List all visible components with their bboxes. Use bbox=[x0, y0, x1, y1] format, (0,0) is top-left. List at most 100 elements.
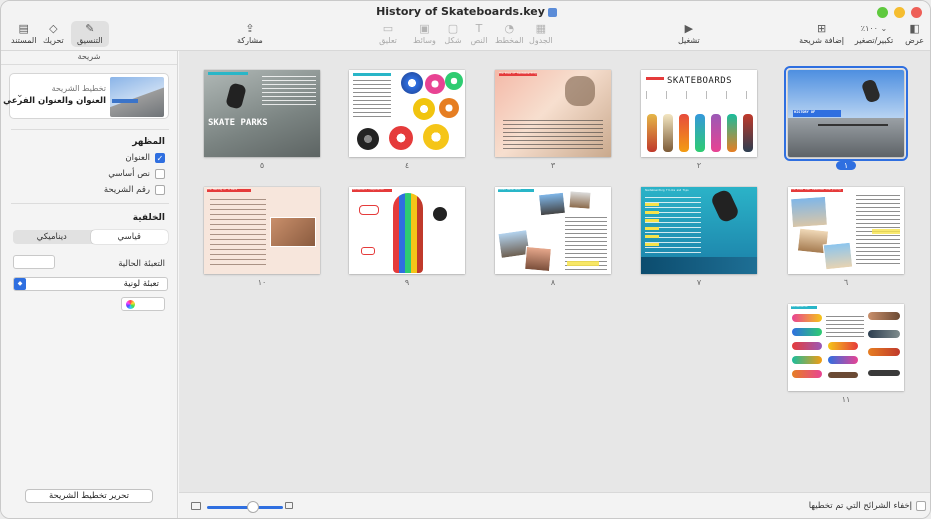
table-label: الجدول bbox=[529, 36, 553, 45]
slide-number-4: ٤ bbox=[349, 161, 465, 170]
slide-title-text: Skateboards bbox=[791, 305, 808, 308]
slide-title-text: HISTORY OF bbox=[794, 110, 816, 114]
view-button[interactable]: ◧ عرض bbox=[905, 21, 924, 47]
slide-thumbnail-8[interactable]: Mixed Materials bbox=[495, 187, 611, 274]
small-thumbnail-icon bbox=[191, 502, 201, 510]
slide-number-text: ٥ bbox=[259, 161, 265, 170]
slide-title-text: SKATEBOARDS bbox=[667, 76, 733, 86]
body-checkbox-row[interactable]: نص أساسي bbox=[108, 169, 165, 179]
shape-button[interactable]: ▢ شكل bbox=[444, 21, 462, 47]
slide-thumbnail-10[interactable]: The Making of a Deck bbox=[204, 187, 320, 274]
slide-deck bbox=[868, 312, 900, 320]
slide-thumbnail-6[interactable]: The Rise that Launched Everything bbox=[788, 187, 904, 274]
slide-deck bbox=[792, 328, 822, 336]
slide-label-bar bbox=[646, 77, 664, 80]
play-button[interactable]: ▶ تشغيل bbox=[678, 21, 700, 47]
slide-wheel bbox=[401, 72, 423, 94]
zoom-value: ٪١٠٠ ⌄ bbox=[854, 21, 894, 35]
title-checkbox[interactable]: ✓ bbox=[155, 153, 165, 163]
layout-label: تخطيط الشريحة bbox=[51, 84, 106, 93]
share-label: مشاركة bbox=[237, 36, 263, 45]
slide-deck bbox=[792, 370, 822, 378]
slide-number-1: ١ bbox=[788, 161, 904, 170]
slide-thumbnail-2[interactable]: SKATEBOARDS bbox=[641, 70, 757, 157]
add-slide-button[interactable]: ⊞ إضافة شريحة bbox=[799, 21, 844, 47]
minimize-button[interactable] bbox=[894, 7, 905, 18]
slide-wheel bbox=[425, 74, 445, 94]
slide-thumbnail-1[interactable]: HISTORY OF bbox=[784, 66, 908, 161]
slide-thumbnail-7[interactable]: Skateboarding Tricks and Tips bbox=[641, 187, 757, 274]
slide-thumbnail-9[interactable]: Skateboard Components bbox=[349, 187, 465, 274]
slide-wheel bbox=[389, 126, 413, 150]
slide-thumbnail-3[interactable]: The Rise of Skateboarding bbox=[495, 70, 611, 157]
hide-skipped-label: إخفاء الشرائح التي تم تخطيها bbox=[808, 501, 912, 511]
comment-icon: ▭ bbox=[382, 21, 394, 35]
appearance-title: المظهر bbox=[132, 137, 165, 147]
slide-thumbnail-11[interactable]: Skateboards bbox=[788, 304, 904, 391]
window-title-text: History of Skateboards.key bbox=[376, 5, 545, 18]
play-label: تشغيل bbox=[678, 36, 700, 45]
edit-slide-layout-button[interactable]: تحرير تخطيط الشريحة bbox=[25, 489, 153, 503]
document-button[interactable]: ▤ المستند bbox=[11, 21, 36, 47]
slide-timeline bbox=[646, 91, 752, 99]
slide-number-checkbox-row[interactable]: رقم الشريحة bbox=[104, 185, 165, 195]
slide-body-text bbox=[210, 199, 266, 267]
thumbnail-size-slider[interactable] bbox=[207, 506, 283, 509]
zoom-label: تكبير/تصغير bbox=[854, 36, 894, 45]
color-picker-button[interactable] bbox=[121, 297, 165, 311]
body-checkbox-label: نص أساسي bbox=[108, 169, 150, 179]
slide-title-text: Mixed Materials bbox=[498, 188, 521, 191]
segment-dynamic[interactable]: ديناميكي bbox=[13, 230, 91, 244]
animate-button[interactable]: ◇ تحريك bbox=[43, 21, 64, 47]
slide-thumbnail-4[interactable] bbox=[349, 70, 465, 157]
slide-highlight bbox=[872, 229, 900, 234]
table-button[interactable]: ▦ الجدول bbox=[529, 21, 553, 47]
slide-deck bbox=[711, 114, 721, 152]
slide-deck bbox=[828, 342, 858, 350]
slide-deck bbox=[828, 372, 858, 378]
popup-arrows-icon: ◆ bbox=[14, 278, 26, 290]
slide-deck bbox=[868, 370, 900, 376]
segment-standard[interactable]: قياسي bbox=[90, 230, 168, 244]
comment-button[interactable]: ▭ تعليق bbox=[379, 21, 397, 47]
title-checkbox-row[interactable]: العنوان ✓ bbox=[125, 153, 165, 163]
slide-thumbnail-5[interactable]: SKATE PARKS bbox=[204, 70, 320, 157]
slide-photo bbox=[789, 195, 829, 229]
paintbrush-icon: ✎ bbox=[85, 21, 95, 35]
slide-ground bbox=[641, 257, 757, 274]
thumbnail-size-slider-knob[interactable] bbox=[246, 501, 259, 513]
slide-number-9: ٩ bbox=[349, 278, 465, 287]
slide-number-5: ٥ bbox=[204, 161, 320, 170]
slide-photo-figure bbox=[565, 76, 595, 106]
layout-thumbnail-band bbox=[112, 99, 138, 103]
slide-layout-selector[interactable]: تخطيط الشريحة العنوان والعنوان الفرعي ⌄ bbox=[3, 73, 169, 119]
toolbar: History of Skateboards.key ◧ عرض ٪١٠٠ ⌄ … bbox=[1, 1, 930, 51]
chart-button[interactable]: ◔ المخطط bbox=[495, 21, 524, 47]
slide-number-text: ٨ bbox=[550, 278, 556, 287]
zoom-percent: ٪١٠٠ bbox=[860, 23, 878, 33]
hide-skipped-checkbox[interactable] bbox=[916, 501, 926, 511]
slide-photo bbox=[822, 241, 854, 271]
hide-skipped-row[interactable]: إخفاء الشرائح التي تم تخطيها bbox=[809, 501, 926, 511]
fullscreen-button[interactable] bbox=[877, 7, 888, 18]
title-checkbox-label: العنوان bbox=[125, 153, 150, 163]
document-icon bbox=[547, 7, 557, 17]
play-icon: ▶ bbox=[684, 21, 694, 35]
share-button[interactable]: ⇪ مشاركة bbox=[237, 21, 263, 47]
slide-title-text: The Rise of Skateboarding bbox=[499, 72, 537, 75]
current-fill-swatch[interactable] bbox=[13, 255, 55, 269]
fill-type-popup[interactable]: ◆ تعبئة لونية bbox=[13, 277, 168, 291]
format-button[interactable]: ✎ التنسيق bbox=[71, 21, 109, 47]
body-checkbox[interactable] bbox=[155, 169, 165, 179]
zoom-button[interactable]: ٪١٠٠ ⌄ تكبير/تصغير bbox=[854, 21, 894, 47]
fill-type-value: تعبئة لونية bbox=[123, 279, 159, 289]
media-button[interactable]: ▣ وسائط bbox=[413, 21, 436, 47]
document-panel-icon: ▤ bbox=[18, 21, 29, 35]
slide-deck bbox=[743, 114, 753, 152]
text-button[interactable]: T النص bbox=[470, 21, 488, 47]
slide-body-text bbox=[262, 76, 316, 106]
slide-title-text: The Rise that Launched Everything bbox=[791, 188, 841, 191]
slide-number-checkbox[interactable] bbox=[155, 185, 165, 195]
slide-number-checkbox-label: رقم الشريحة bbox=[103, 185, 150, 195]
close-button[interactable] bbox=[911, 7, 922, 18]
